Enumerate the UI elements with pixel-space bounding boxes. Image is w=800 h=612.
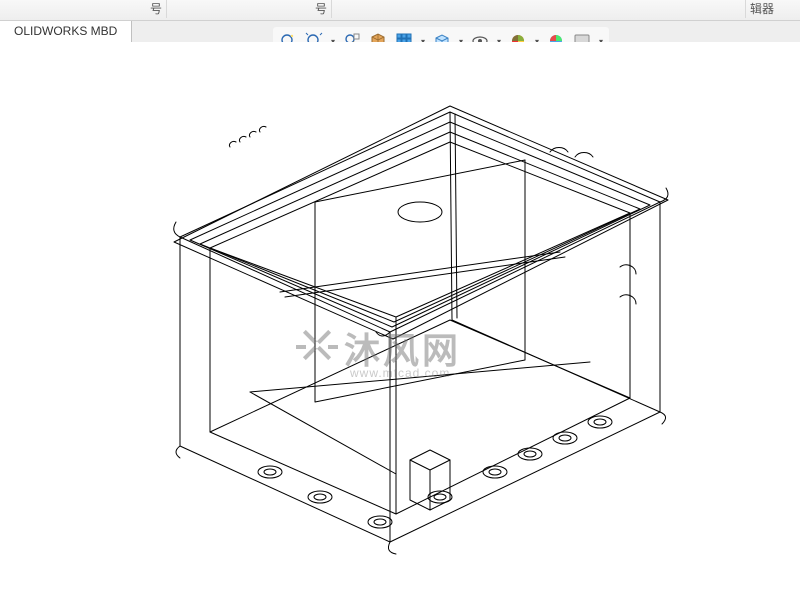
property-field-1[interactable]: 号 bbox=[0, 0, 167, 18]
model-wireframe bbox=[120, 102, 700, 612]
watermark: 沐风网 bbox=[300, 322, 461, 374]
property-label-2: 号 bbox=[315, 0, 327, 18]
property-label-1: 号 bbox=[150, 0, 162, 18]
watermark-logo-icon bbox=[300, 331, 334, 365]
property-right-label: 辑器 bbox=[750, 2, 774, 16]
property-right-field[interactable]: 辑器 bbox=[745, 0, 800, 18]
property-bar: 号 号 辑器 bbox=[0, 0, 800, 21]
tab-mbd[interactable]: OLIDWORKS MBD bbox=[0, 21, 132, 43]
watermark-text: 沐风网 bbox=[344, 322, 461, 374]
tab-mbd-label: OLIDWORKS MBD bbox=[14, 24, 117, 38]
graphics-viewport[interactable]: 沐风网 www.mfcad.com bbox=[0, 42, 800, 589]
property-field-2[interactable]: 号 bbox=[165, 0, 332, 18]
watermark-url: www.mfcad.com bbox=[350, 366, 450, 380]
